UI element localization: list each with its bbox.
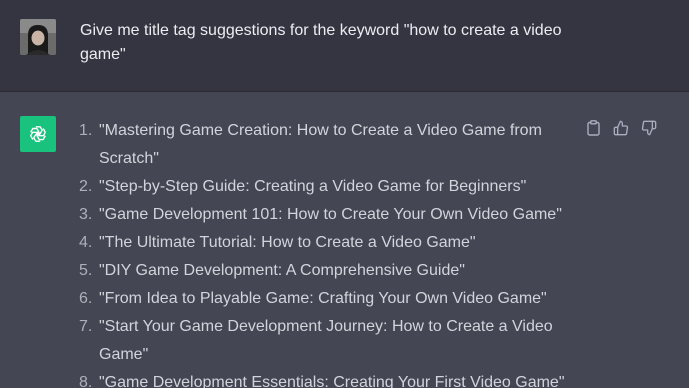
list-item: 2. "Step-by-Step Guide: Creating a Video … [79, 173, 569, 201]
list-item-text: "Game Development 101: How to Create You… [99, 206, 562, 223]
list-item-text: "Start Your Game Development Journey: Ho… [99, 318, 553, 363]
list-item-number: 8. [79, 374, 93, 388]
list-item: 6. "From Idea to Playable Game: Crafting … [79, 285, 569, 313]
list-item: 5. "DIY Game Development: A Comprehensive… [79, 257, 569, 285]
list-item-number: 3. [79, 206, 93, 223]
list-item-number: 6. [79, 290, 93, 307]
message-actions [585, 120, 657, 136]
thumbs-up-icon [613, 120, 629, 136]
user-avatar [20, 19, 56, 55]
list-item-text: "Game Development Essentials: Creating Y… [99, 374, 565, 388]
user-message-text: Give me title tag suggestions for the ke… [80, 22, 562, 63]
copy-button[interactable] [585, 120, 601, 136]
list-item-number: 5. [79, 262, 93, 279]
list-item: 1. "Mastering Game Creation: How to Creat… [79, 117, 569, 173]
list-item-text: "Step-by-Step Guide: Creating a Video Ga… [99, 178, 527, 195]
list-item-text: "DIY Game Development: A Comprehensive G… [99, 262, 465, 279]
list-item: 4. "The Ultimate Tutorial: How to Create … [79, 229, 569, 257]
list-item-number: 2. [79, 178, 93, 195]
response-list: 1. "Mastering Game Creation: How to Creat… [79, 117, 569, 388]
list-item-text: "The Ultimate Tutorial: How to Create a … [99, 234, 476, 251]
thumbs-up-button[interactable] [613, 120, 629, 136]
user-message-row: Give me title tag suggestions for the ke… [0, 0, 689, 92]
assistant-message-row: 1. "Mastering Game Creation: How to Creat… [0, 92, 689, 388]
list-item-text: "Mastering Game Creation: How to Create … [99, 122, 542, 167]
user-avatar-image [20, 19, 56, 55]
list-item-text: "From Idea to Playable Game: Crafting Yo… [99, 290, 547, 307]
thumbs-down-button[interactable] [641, 120, 657, 136]
chatgpt-logo-icon [20, 116, 56, 152]
list-item: 7. "Start Your Game Development Journey: … [79, 313, 569, 369]
clipboard-icon [586, 120, 600, 136]
thumbs-down-icon [641, 120, 657, 136]
chat-page: Give me title tag suggestions for the ke… [0, 0, 689, 388]
list-item-number: 7. [79, 318, 93, 335]
list-item-number: 1. [79, 122, 93, 139]
list-item-number: 4. [79, 234, 93, 251]
list-item: 3. "Game Development 101: How to Create Y… [79, 201, 569, 229]
list-item: 8. "Game Development Essentials: Creating… [79, 369, 569, 388]
